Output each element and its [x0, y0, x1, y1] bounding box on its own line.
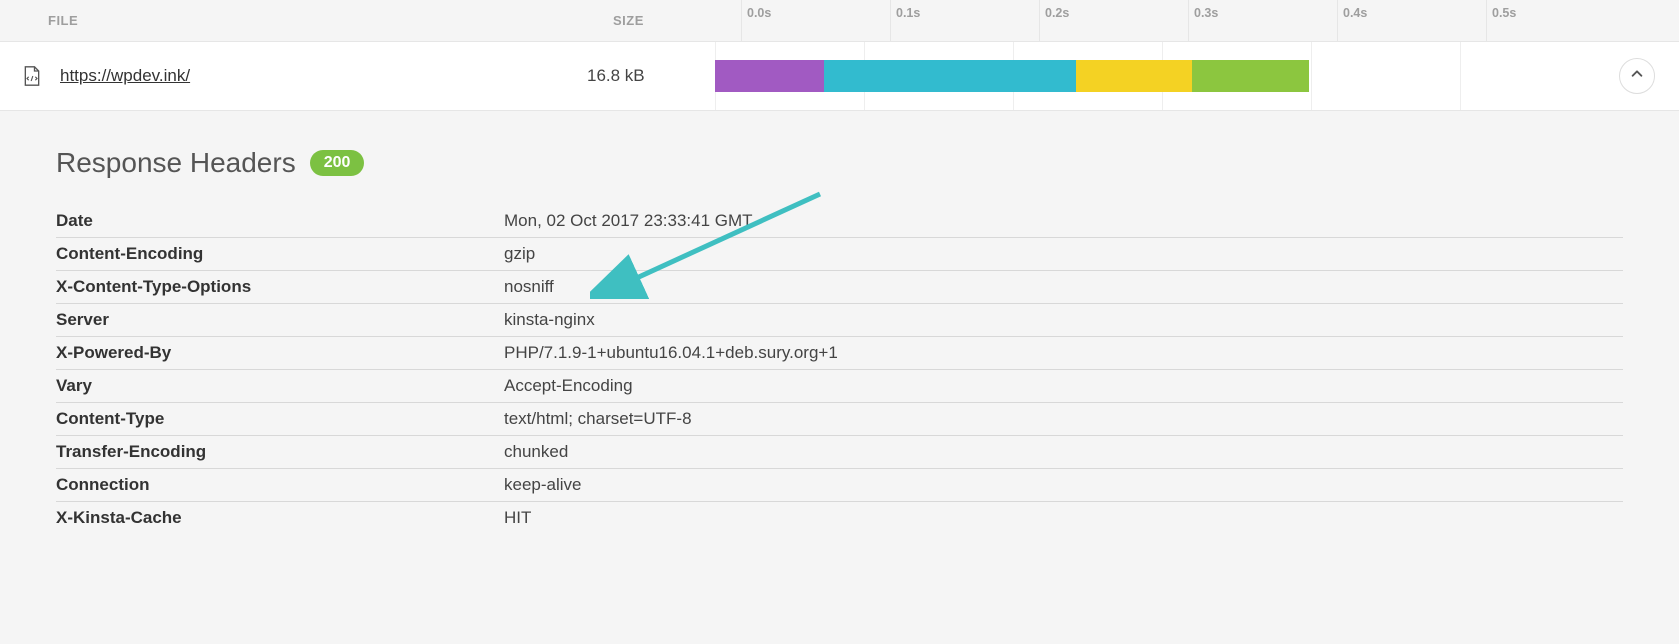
timeline-tick: 0.3s	[1188, 0, 1337, 41]
header-key: Date	[56, 211, 504, 231]
header-row: VaryAccept-Encoding	[56, 369, 1623, 402]
waterfall-bar	[715, 60, 1309, 92]
file-url-link[interactable]: https://wpdev.ink/	[60, 66, 190, 85]
file-type-html-icon	[22, 65, 48, 87]
header-value: keep-alive	[504, 475, 1623, 495]
timeline-tick: 0.1s	[890, 0, 1039, 41]
header-row: X-Kinsta-CacheHIT	[56, 501, 1623, 534]
header-key: Transfer-Encoding	[56, 442, 504, 462]
file-size-cell: 16.8 kB	[587, 66, 715, 86]
header-value: gzip	[504, 244, 1623, 264]
timeline-tick-label: 0.1s	[896, 6, 920, 20]
header-row: X-Content-Type-Optionsnosniff	[56, 270, 1623, 303]
header-value: Mon, 02 Oct 2017 23:33:41 GMT	[504, 211, 1623, 231]
column-header-size: SIZE	[613, 13, 741, 28]
response-headers-title: Response Headers	[56, 147, 296, 179]
waterfall-segment	[1192, 60, 1309, 92]
header-row: Content-Typetext/html; charset=UTF-8	[56, 402, 1623, 435]
header-value: Accept-Encoding	[504, 376, 1623, 396]
waterfall-cell	[715, 42, 1657, 110]
chevron-up-icon	[1630, 67, 1644, 86]
header-value: text/html; charset=UTF-8	[504, 409, 1623, 429]
timeline-tick-label: 0.2s	[1045, 6, 1069, 20]
header-key: X-Powered-By	[56, 343, 504, 363]
waterfall-segment	[824, 60, 1076, 92]
header-row: Connectionkeep-alive	[56, 468, 1623, 501]
timeline-tick: 0.0s	[741, 0, 890, 41]
timeline-tick-label: 0.0s	[747, 6, 771, 20]
timeline-tick: 0.4s	[1337, 0, 1486, 41]
header-key: Content-Type	[56, 409, 504, 429]
timeline-tick-label: 0.3s	[1194, 6, 1218, 20]
header-value: kinsta-nginx	[504, 310, 1623, 330]
response-detail-panel: Response Headers 200 DateMon, 02 Oct 201…	[0, 111, 1679, 554]
header-key: Vary	[56, 376, 504, 396]
header-value: PHP/7.1.9-1+ubuntu16.04.1+deb.sury.org+1	[504, 343, 1623, 363]
timeline-tick: 0.5s	[1486, 0, 1635, 41]
file-row[interactable]: https://wpdev.ink/ 16.8 kB	[0, 42, 1679, 111]
timeline-tick: 0.2s	[1039, 0, 1188, 41]
header-row: DateMon, 02 Oct 2017 23:33:41 GMT	[56, 205, 1623, 237]
timeline-tick-label: 0.4s	[1343, 6, 1367, 20]
header-key: Connection	[56, 475, 504, 495]
response-headers-table: DateMon, 02 Oct 2017 23:33:41 GMTContent…	[56, 205, 1623, 534]
waterfall-segment	[715, 60, 824, 92]
status-badge: 200	[310, 150, 365, 176]
header-key: Server	[56, 310, 504, 330]
header-key: Content-Encoding	[56, 244, 504, 264]
header-row: Serverkinsta-nginx	[56, 303, 1623, 336]
column-header-file: FILE	[48, 13, 613, 28]
header-row: X-Powered-ByPHP/7.1.9-1+ubuntu16.04.1+de…	[56, 336, 1623, 369]
header-value: nosniff	[504, 277, 1623, 297]
header-key: X-Kinsta-Cache	[56, 508, 504, 528]
table-header: FILE SIZE 0.0s 0.1s 0.2s 0.3s 0.4s 0.5s	[0, 0, 1679, 42]
header-row: Content-Encodinggzip	[56, 237, 1623, 270]
file-url-cell: https://wpdev.ink/	[48, 66, 587, 86]
header-key: X-Content-Type-Options	[56, 277, 504, 297]
timeline-header: 0.0s 0.1s 0.2s 0.3s 0.4s 0.5s	[741, 0, 1657, 41]
header-value: HIT	[504, 508, 1623, 528]
header-row: Transfer-Encodingchunked	[56, 435, 1623, 468]
timeline-tick-label: 0.5s	[1492, 6, 1516, 20]
collapse-button[interactable]	[1619, 58, 1655, 94]
header-value: chunked	[504, 442, 1623, 462]
waterfall-segment	[1076, 60, 1192, 92]
